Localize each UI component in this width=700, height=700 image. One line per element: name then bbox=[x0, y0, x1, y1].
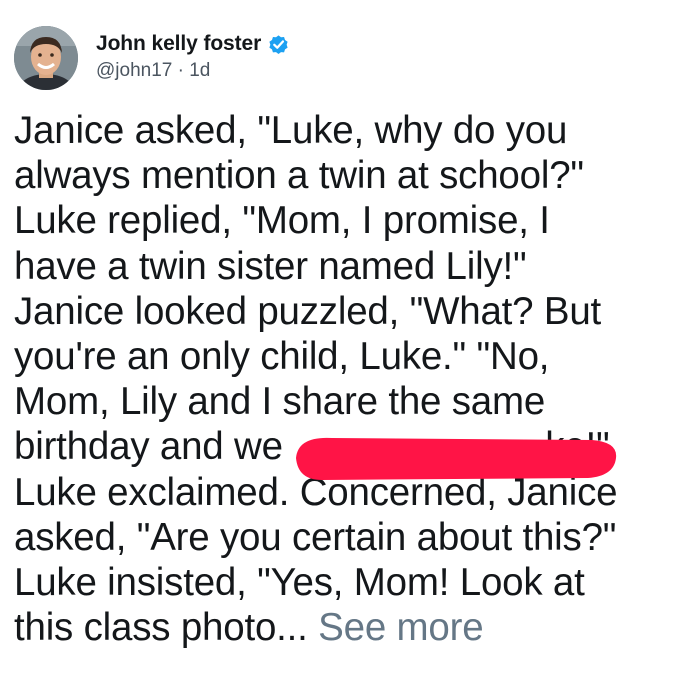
avatar[interactable] bbox=[14, 26, 78, 90]
author-handle[interactable]: @john17 bbox=[96, 60, 172, 81]
avatar-photo bbox=[14, 26, 78, 90]
tweet-body: Janice asked, "Luke, why do you always m… bbox=[14, 108, 694, 650]
author-meta: John kelly foster @john17 · 1d bbox=[96, 30, 290, 82]
tweet-text: Janice asked, "Luke, why do you always m… bbox=[14, 109, 618, 650]
author-display-name[interactable]: John kelly foster bbox=[96, 32, 261, 56]
tweet-timestamp[interactable]: 1d bbox=[189, 60, 210, 81]
name-row: John kelly foster bbox=[96, 30, 290, 58]
handle-row: @john17 · 1d bbox=[96, 60, 290, 82]
see-more-link[interactable]: See more bbox=[318, 606, 484, 649]
tweet-header: John kelly foster @john17 · 1d bbox=[14, 26, 674, 98]
verified-badge-icon bbox=[267, 33, 290, 56]
separator-dot: · bbox=[177, 60, 184, 81]
